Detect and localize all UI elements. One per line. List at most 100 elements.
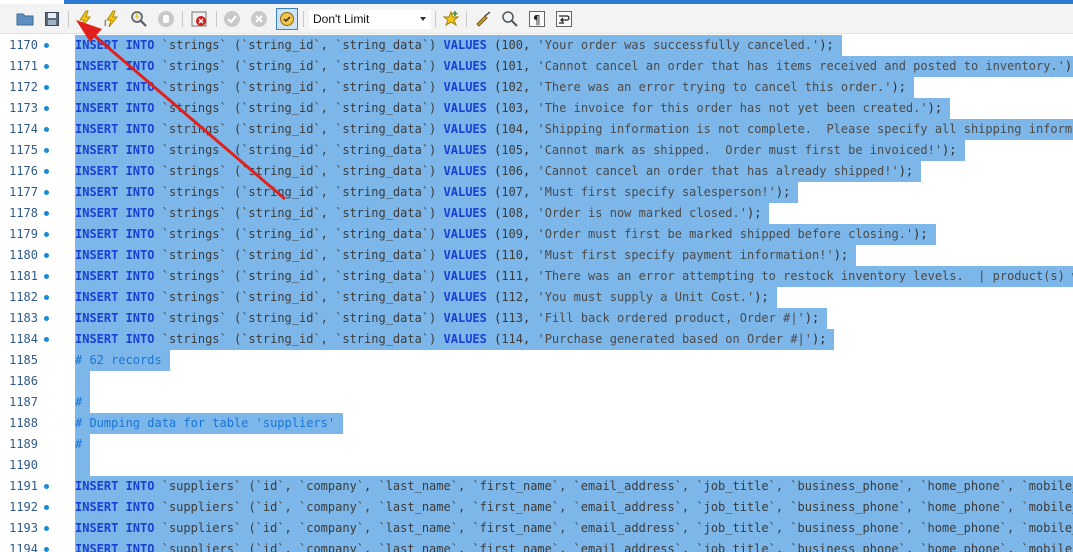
value-string: 'Must first specify payment information!… xyxy=(537,248,834,262)
open-folder-icon[interactable] xyxy=(14,8,36,30)
code-line[interactable]: 1190 xyxy=(0,455,1073,476)
code-text xyxy=(75,455,91,476)
keyword: VALUES xyxy=(443,143,487,157)
execute-current-statement-icon[interactable]: I xyxy=(101,8,123,30)
statement-marker-icon xyxy=(44,526,49,531)
code-line[interactable]: 1193 INSERT INTO `suppliers` (`id`, `comp… xyxy=(0,518,1073,539)
code-line[interactable]: 1185 # 62 records xyxy=(0,350,1073,371)
punctuation: , xyxy=(523,185,538,199)
invisible-characters-pilcrow-icon[interactable]: ¶ xyxy=(526,8,548,30)
punctuation: ( xyxy=(486,332,502,346)
code-line[interactable]: 1173 INSERT INTO `strings` (`string_id`, … xyxy=(0,98,1073,119)
keyword: INSERT INTO xyxy=(75,206,155,220)
code-line[interactable]: 1177 INSERT INTO `strings` (`string_id`, … xyxy=(0,182,1073,203)
limit-rows-select[interactable]: Don't Limit xyxy=(309,10,431,29)
keyword: INSERT INTO xyxy=(75,101,155,115)
statement-marker-icon xyxy=(44,295,49,300)
code-line[interactable]: 1183 INSERT INTO `strings` (`string_id`, … xyxy=(0,308,1073,329)
code-line[interactable]: 1170 INSERT INTO `strings` (`string_id`, … xyxy=(0,35,1073,56)
svg-text:I: I xyxy=(104,19,106,28)
code-line[interactable]: 1188 # Dumping data for table 'suppliers' xyxy=(0,413,1073,434)
sql-editor[interactable]: 1170 INSERT INTO `strings` (`string_id`, … xyxy=(0,35,1073,552)
stop-on-error-icon[interactable] xyxy=(188,8,210,30)
table-name: `strings` xyxy=(161,59,227,73)
code-text: INSERT INTO `suppliers` (`id`, `company`… xyxy=(75,518,1073,539)
table-name: `strings` xyxy=(161,185,227,199)
statement-marker-icon xyxy=(44,127,49,132)
save-icon[interactable] xyxy=(41,8,63,30)
code-line[interactable]: 1187 # xyxy=(0,392,1073,413)
commit-check-icon[interactable] xyxy=(221,8,243,30)
column-list: (`id`, `company`, `last_name`, `first_na… xyxy=(248,521,1073,535)
explain-magnifier-icon[interactable] xyxy=(128,8,150,30)
code-text: INSERT INTO `strings` (`string_id`, `str… xyxy=(75,98,951,119)
beautify-broom-icon[interactable] xyxy=(472,8,494,30)
keyword: VALUES xyxy=(443,164,487,178)
value-number: 113 xyxy=(501,311,524,325)
code-text: INSERT INTO `strings` (`string_id`, `str… xyxy=(75,56,1073,77)
punctuation: ( xyxy=(486,80,502,94)
line-number: 1171 xyxy=(9,59,38,73)
keyword: INSERT INTO xyxy=(75,143,155,157)
code-line[interactable]: 1174 INSERT INTO `strings` (`string_id`, … xyxy=(0,119,1073,140)
punctuation: ); xyxy=(804,311,820,325)
code-text: INSERT INTO `suppliers` (`id`, `company`… xyxy=(75,476,1073,497)
value-number: 103 xyxy=(501,101,524,115)
code-line[interactable]: 1175 INSERT INTO `strings` (`string_id`, … xyxy=(0,140,1073,161)
code-line[interactable]: 1184 INSERT INTO `strings` (`string_id`, … xyxy=(0,329,1073,350)
code-text: INSERT INTO `strings` (`string_id`, `str… xyxy=(75,329,835,350)
punctuation: ( xyxy=(486,311,502,325)
code-line[interactable]: 1178 INSERT INTO `strings` (`string_id`, … xyxy=(0,203,1073,224)
keyword: INSERT INTO xyxy=(75,479,155,493)
value-string: 'Cannot cancel an order that has items r… xyxy=(537,59,1065,73)
code-line[interactable]: 1181 INSERT INTO `strings` (`string_id`, … xyxy=(0,266,1073,287)
keyword: VALUES xyxy=(443,59,487,73)
value-string: 'Cannot mark as shipped. Order must firs… xyxy=(537,143,943,157)
table-name: `strings` xyxy=(161,269,227,283)
execute-lightning-icon[interactable] xyxy=(74,8,96,30)
keyword: VALUES xyxy=(443,290,487,304)
line-number: 1182 xyxy=(9,290,38,304)
rollback-x-icon[interactable] xyxy=(248,8,270,30)
code-line[interactable]: 1182 INSERT INTO `strings` (`string_id`, … xyxy=(0,287,1073,308)
value-string: 'There was an error trying to cancel thi… xyxy=(537,80,892,94)
table-name: `strings` xyxy=(161,311,227,325)
value-string: 'There was an error attempting to restoc… xyxy=(537,269,1073,283)
table-name: `suppliers` xyxy=(161,542,242,552)
column-list: (`string_id`, `string_data`) xyxy=(233,122,437,136)
add-snippet-star-icon[interactable] xyxy=(440,8,462,30)
code-line[interactable]: 1176 INSERT INTO `strings` (`string_id`, … xyxy=(0,161,1073,182)
value-number: 111 xyxy=(501,269,524,283)
code-line[interactable]: 1189 # xyxy=(0,434,1073,455)
keyword: VALUES xyxy=(443,185,487,199)
value-number: 105 xyxy=(501,143,524,157)
wrap-lines-icon[interactable] xyxy=(553,8,575,30)
code-line[interactable]: 1180 INSERT INTO `strings` (`string_id`, … xyxy=(0,245,1073,266)
value-string: 'Must first specify salesperson!' xyxy=(537,185,776,199)
punctuation: , xyxy=(523,164,538,178)
column-list: (`string_id`, `string_data`) xyxy=(233,59,437,73)
column-list: (`string_id`, `string_data`) xyxy=(233,101,437,115)
keyword: VALUES xyxy=(443,122,487,136)
code-line[interactable]: 1186 xyxy=(0,371,1073,392)
code-line[interactable]: 1192 INSERT INTO `suppliers` (`id`, `comp… xyxy=(0,497,1073,518)
statement-marker-icon xyxy=(44,232,49,237)
find-magnifier-icon[interactable] xyxy=(499,8,521,30)
code-line[interactable]: 1191 INSERT INTO `suppliers` (`id`, `comp… xyxy=(0,476,1073,497)
code-line[interactable]: 1171 INSERT INTO `strings` (`string_id`, … xyxy=(0,56,1073,77)
autocommit-toggle-icon[interactable] xyxy=(276,8,298,30)
stop-hand-icon[interactable] xyxy=(155,8,177,30)
punctuation: ( xyxy=(486,101,502,115)
code-line[interactable]: 1172 INSERT INTO `strings` (`string_id`, … xyxy=(0,77,1073,98)
punctuation: ); xyxy=(754,290,769,304)
code-line[interactable]: 1179 INSERT INTO `strings` (`string_id`, … xyxy=(0,224,1073,245)
table-name: `strings` xyxy=(161,332,227,346)
limit-rows-value: Don't Limit xyxy=(313,12,370,26)
keyword: VALUES xyxy=(443,38,487,52)
code-line[interactable]: 1194 INSERT INTO `suppliers` (`id`, `comp… xyxy=(0,539,1073,552)
